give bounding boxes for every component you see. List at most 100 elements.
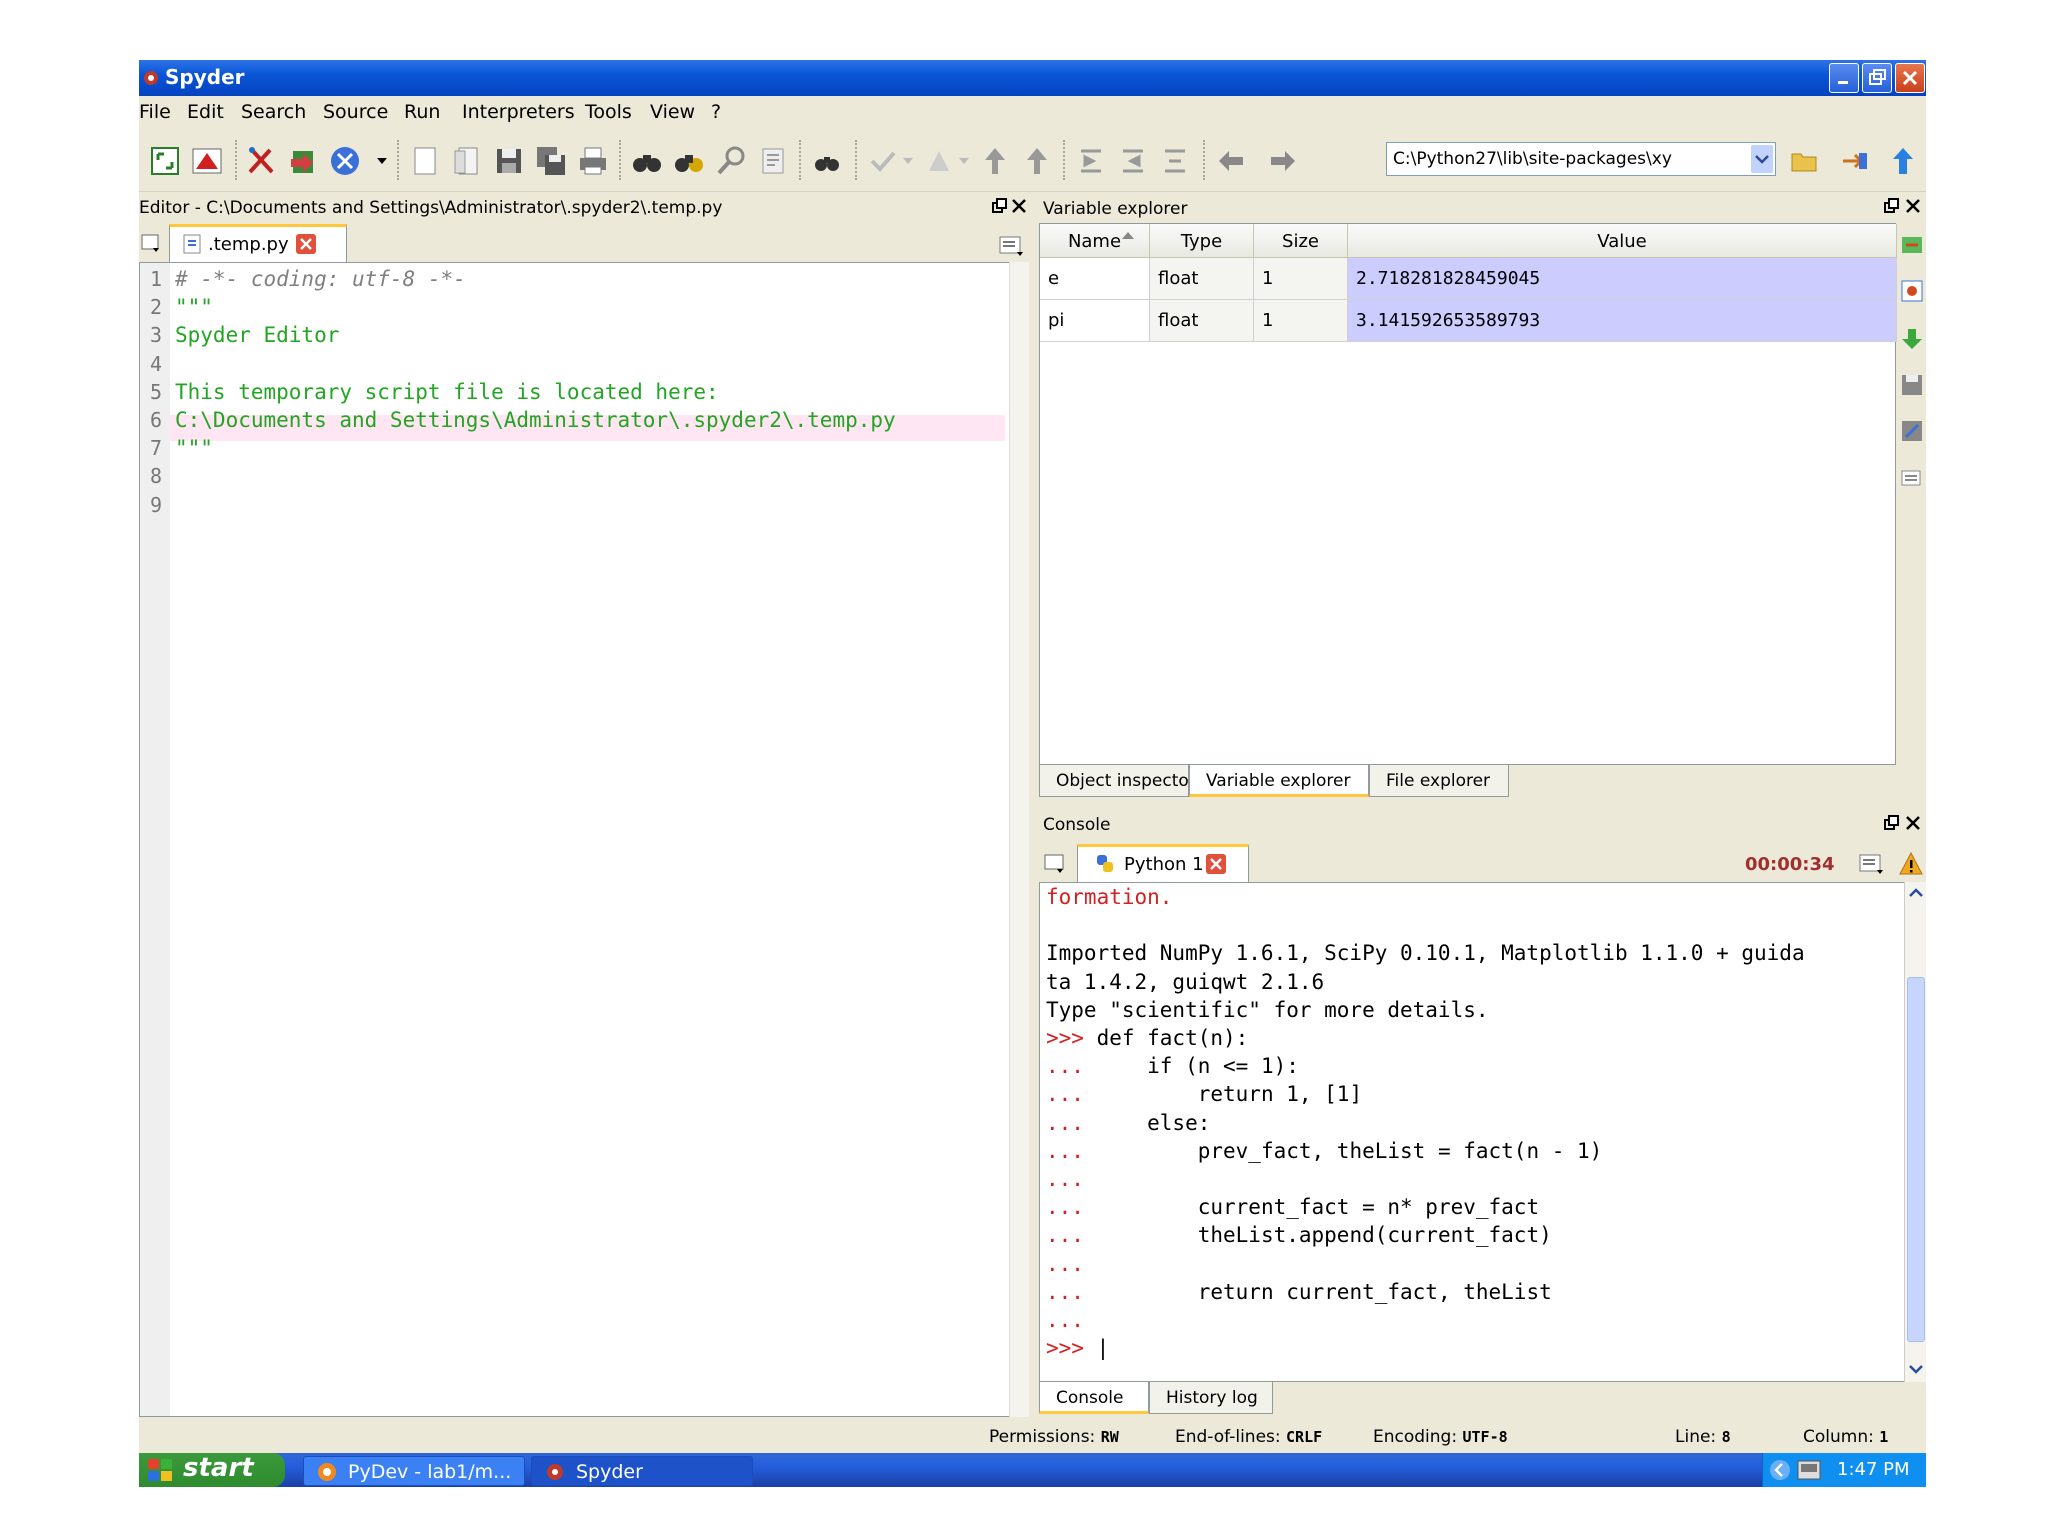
taskbar-item-pydev[interactable]: PyDev - lab1/m... — [303, 1456, 525, 1486]
table-cell-size[interactable]: 1 — [1254, 300, 1348, 342]
maximize-button[interactable] — [1862, 63, 1892, 93]
chevron-left-icon[interactable] — [1769, 1459, 1791, 1481]
table-cell-name[interactable]: pi — [1040, 300, 1150, 342]
change-directory-icon[interactable] — [1839, 145, 1871, 177]
close-pane-icon[interactable] — [1905, 815, 1921, 831]
menu-file[interactable]: File — [139, 101, 171, 123]
menu-view[interactable]: View — [650, 101, 695, 123]
find-icon[interactable] — [631, 145, 663, 177]
chevron-down-icon[interactable] — [377, 158, 387, 166]
options-menu-icon[interactable] — [1900, 467, 1924, 491]
options-menu-icon[interactable] — [1859, 854, 1887, 878]
column-header-name[interactable]: Name — [1040, 224, 1150, 258]
editor-scrollbar[interactable] — [1009, 262, 1029, 1417]
binoculars-icon[interactable] — [811, 145, 843, 177]
save-all-icon[interactable] — [535, 145, 567, 177]
menu-source[interactable]: Source — [323, 101, 388, 123]
close-window-button[interactable] — [1895, 63, 1925, 93]
undock-icon[interactable] — [1883, 815, 1899, 831]
scroll-up-icon[interactable] — [1908, 886, 1924, 900]
tab-temp-py[interactable]: .temp.py — [169, 224, 347, 262]
warning-icon[interactable] — [1899, 852, 1923, 876]
new-file-icon[interactable] — [409, 145, 441, 177]
status-line: Line: 8 — [1675, 1427, 1731, 1447]
unindent-icon[interactable] — [1117, 145, 1149, 177]
console-output[interactable]: formation. Imported NumPy 1.6.1, SciPy 0.… — [1039, 882, 1926, 1382]
find-next-icon[interactable] — [673, 145, 705, 177]
menu-run[interactable]: Run — [404, 101, 440, 123]
tab-history-log[interactable]: History log — [1149, 1382, 1273, 1414]
undock-icon[interactable] — [991, 198, 1007, 214]
replace-icon[interactable] — [715, 145, 747, 177]
console-text: return 1, [1] — [1096, 1082, 1363, 1107]
maximize-pane-icon[interactable] — [191, 145, 223, 177]
menu-help[interactable]: ? — [711, 101, 721, 123]
column-header-type[interactable]: Type — [1150, 224, 1254, 258]
menu-tools[interactable]: Tools — [585, 101, 632, 123]
forward-arrow-icon[interactable] — [1267, 145, 1299, 177]
close-pane-icon[interactable] — [1905, 198, 1921, 214]
refresh-icon[interactable] — [1900, 233, 1924, 257]
pythonpath-manager-icon[interactable] — [287, 145, 319, 177]
working-directory-combo[interactable]: C:\Python27\lib\site-packages\xy — [1386, 142, 1776, 176]
scrollbar-thumb[interactable] — [1907, 977, 1925, 1342]
browse-tabs-icon[interactable] — [141, 232, 163, 254]
code-line: """ — [175, 295, 213, 320]
taskbar-item-spyder[interactable]: Spyder — [531, 1456, 753, 1486]
tab-object-inspector[interactable]: Object inspector — [1039, 765, 1196, 797]
indent-icon[interactable] — [1075, 145, 1107, 177]
code-editor[interactable]: 1 2 3 4 5 6 7 8 9 # -*- coding: utf-8 -*- """ Spyd… — [139, 262, 1029, 1417]
scroll-down-icon[interactable] — [1908, 1362, 1924, 1376]
title-bar[interactable]: Spyder — [139, 60, 1926, 96]
run-icon[interactable] — [867, 145, 899, 177]
import-data-icon[interactable] — [1900, 279, 1924, 303]
table-cell-value[interactable]: 3.141592653589793 — [1348, 300, 1897, 342]
vmware-tray-icon[interactable] — [1797, 1459, 1823, 1481]
console-scrollbar[interactable] — [1904, 882, 1926, 1382]
table-cell-size[interactable]: 1 — [1254, 258, 1348, 300]
folder-open-icon[interactable] — [1789, 145, 1821, 177]
start-button[interactable]: start — [139, 1453, 285, 1487]
tab-file-explorer[interactable]: File explorer — [1369, 765, 1509, 797]
close-icon — [1902, 70, 1918, 86]
tab-python-1[interactable]: Python 1 — [1077, 844, 1249, 882]
column-header-size[interactable]: Size — [1254, 224, 1348, 258]
fullscreen-icon[interactable] — [149, 145, 181, 177]
table-cell-type[interactable]: float — [1150, 300, 1254, 342]
browse-tabs-icon[interactable] — [1043, 852, 1069, 876]
move-up-icon[interactable] — [979, 145, 1011, 177]
undock-icon[interactable] — [1883, 198, 1899, 214]
tab-variable-explorer[interactable]: Variable explorer — [1189, 765, 1369, 797]
options-menu-icon[interactable] — [999, 236, 1025, 258]
table-cell-type[interactable]: float — [1150, 258, 1254, 300]
comment-icon[interactable] — [1159, 145, 1191, 177]
find-in-files-icon[interactable] — [757, 145, 789, 177]
table-cell-name[interactable]: e — [1040, 258, 1150, 300]
column-header-value[interactable]: Value — [1348, 224, 1897, 258]
chevron-down-icon[interactable] — [959, 158, 969, 166]
parent-directory-icon[interactable] — [1887, 145, 1919, 177]
menu-edit[interactable]: Edit — [187, 101, 224, 123]
close-pane-icon[interactable] — [1011, 198, 1027, 214]
save-icon[interactable] — [493, 145, 525, 177]
close-tab-icon[interactable] — [1206, 854, 1226, 874]
tab-console[interactable]: Console — [1039, 1382, 1149, 1414]
python-icon[interactable] — [329, 145, 361, 177]
console-prompt: ... — [1046, 1167, 1097, 1191]
save-data-icon[interactable] — [1900, 373, 1924, 397]
download-arrow-icon[interactable] — [1900, 327, 1924, 351]
debug-icon[interactable] — [923, 145, 955, 177]
preferences-icon[interactable] — [245, 145, 277, 177]
minimize-button[interactable] — [1829, 63, 1859, 93]
close-tab-icon[interactable] — [296, 234, 316, 254]
back-arrow-icon[interactable] — [1215, 145, 1247, 177]
menu-interpreters[interactable]: Interpreters — [462, 101, 575, 123]
combo-dropdown-button[interactable] — [1751, 145, 1773, 173]
chevron-down-icon[interactable] — [903, 158, 913, 166]
open-file-icon[interactable] — [451, 145, 483, 177]
move-down-icon[interactable] — [1021, 145, 1053, 177]
menu-search[interactable]: Search — [241, 101, 306, 123]
print-icon[interactable] — [577, 145, 609, 177]
table-cell-value[interactable]: 2.718281828459045 — [1348, 258, 1897, 300]
save-data-as-icon[interactable] — [1900, 419, 1924, 443]
